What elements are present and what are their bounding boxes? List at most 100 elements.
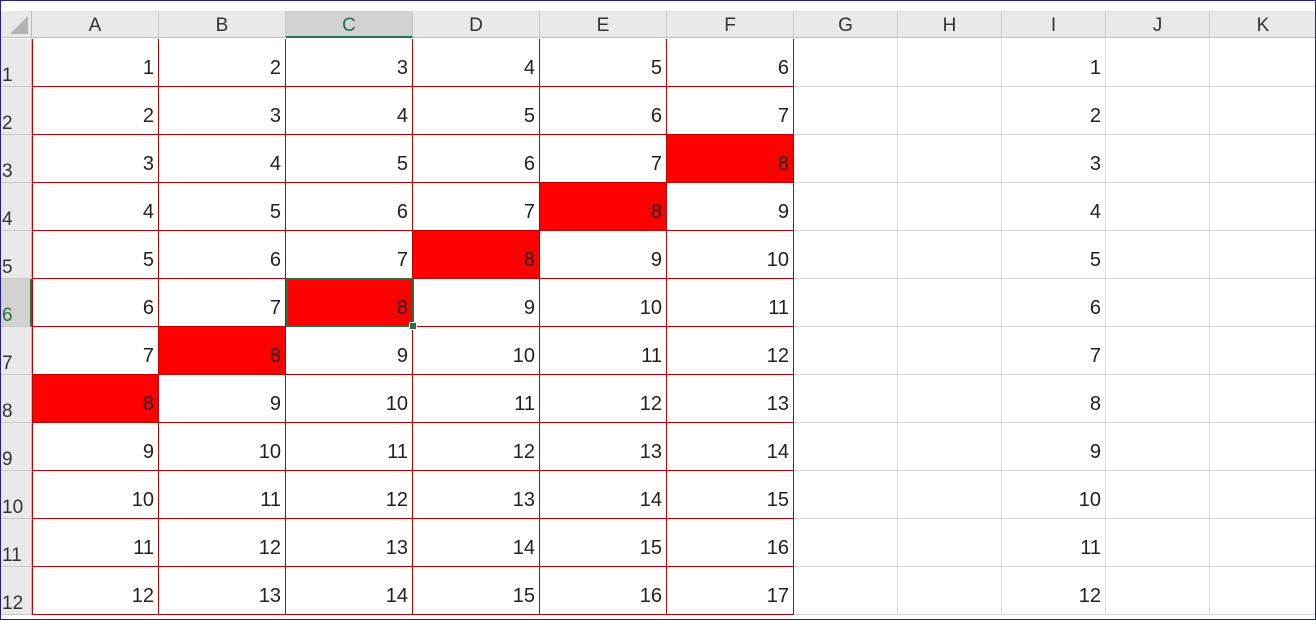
cell-e7[interactable]: 11: [540, 327, 667, 375]
row-header-8[interactable]: 8: [1, 375, 32, 423]
cell-e5[interactable]: 9: [540, 231, 667, 279]
column-header-g[interactable]: G: [794, 11, 898, 38]
cell-k6[interactable]: [1210, 279, 1315, 327]
cell-i8[interactable]: 8: [1002, 375, 1106, 423]
cell-e9[interactable]: 13: [540, 423, 667, 471]
column-header-i[interactable]: I: [1002, 11, 1106, 38]
cell-f1[interactable]: 6: [667, 39, 794, 87]
cell-j8[interactable]: [1106, 375, 1210, 423]
cell-b7[interactable]: 8: [159, 327, 286, 375]
cell-g11[interactable]: [794, 519, 898, 567]
cell-k7[interactable]: [1210, 327, 1315, 375]
cell-e3[interactable]: 7: [540, 135, 667, 183]
cell-d1[interactable]: 4: [413, 39, 540, 87]
cell-i1[interactable]: 1: [1002, 39, 1106, 87]
cell-f2[interactable]: 7: [667, 87, 794, 135]
cell-b8[interactable]: 9: [159, 375, 286, 423]
column-header-c[interactable]: C: [286, 11, 413, 38]
cell-c4[interactable]: 6: [286, 183, 413, 231]
cell-i4[interactable]: 4: [1002, 183, 1106, 231]
cell-a9[interactable]: 9: [32, 423, 159, 471]
cell-a7[interactable]: 7: [32, 327, 159, 375]
cell-a2[interactable]: 2: [32, 87, 159, 135]
cell-h4[interactable]: [898, 183, 1002, 231]
cell-j11[interactable]: [1106, 519, 1210, 567]
cell-c7[interactable]: 9: [286, 327, 413, 375]
cell-g9[interactable]: [794, 423, 898, 471]
cell-f8[interactable]: 13: [667, 375, 794, 423]
cell-e10[interactable]: 14: [540, 471, 667, 519]
row-header-10[interactable]: 10: [1, 471, 32, 519]
cell-c12[interactable]: 14: [286, 567, 413, 615]
cell-j4[interactable]: [1106, 183, 1210, 231]
row-header-1[interactable]: 1: [1, 39, 32, 87]
row-header-3[interactable]: 3: [1, 135, 32, 183]
cell-j6[interactable]: [1106, 279, 1210, 327]
row-header-12[interactable]: 12: [1, 567, 32, 615]
cell-k5[interactable]: [1210, 231, 1315, 279]
cell-d4[interactable]: 7: [413, 183, 540, 231]
cell-c3[interactable]: 5: [286, 135, 413, 183]
column-header-k[interactable]: K: [1210, 11, 1315, 38]
column-header-d[interactable]: D: [413, 11, 540, 38]
cell-h6[interactable]: [898, 279, 1002, 327]
cell-j2[interactable]: [1106, 87, 1210, 135]
cell-g2[interactable]: [794, 87, 898, 135]
cell-f5[interactable]: 10: [667, 231, 794, 279]
cell-b12[interactable]: 13: [159, 567, 286, 615]
cell-i11[interactable]: 11: [1002, 519, 1106, 567]
cell-c11[interactable]: 13: [286, 519, 413, 567]
cell-g4[interactable]: [794, 183, 898, 231]
row-header-7[interactable]: 7: [1, 327, 32, 375]
cell-b2[interactable]: 3: [159, 87, 286, 135]
cell-i9[interactable]: 9: [1002, 423, 1106, 471]
cell-d5[interactable]: 8: [413, 231, 540, 279]
cell-g3[interactable]: [794, 135, 898, 183]
column-header-h[interactable]: H: [898, 11, 1002, 38]
cell-h11[interactable]: [898, 519, 1002, 567]
cell-h2[interactable]: [898, 87, 1002, 135]
cell-e8[interactable]: 12: [540, 375, 667, 423]
cell-h10[interactable]: [898, 471, 1002, 519]
cell-k4[interactable]: [1210, 183, 1315, 231]
cell-d10[interactable]: 13: [413, 471, 540, 519]
cell-h7[interactable]: [898, 327, 1002, 375]
column-header-f[interactable]: F: [667, 11, 794, 38]
cell-a5[interactable]: 5: [32, 231, 159, 279]
cell-f4[interactable]: 9: [667, 183, 794, 231]
cell-b9[interactable]: 10: [159, 423, 286, 471]
cell-h12[interactable]: [898, 567, 1002, 615]
cell-d6[interactable]: 9: [413, 279, 540, 327]
cell-e6[interactable]: 10: [540, 279, 667, 327]
cell-g10[interactable]: [794, 471, 898, 519]
cell-k8[interactable]: [1210, 375, 1315, 423]
cell-a11[interactable]: 11: [32, 519, 159, 567]
cell-h1[interactable]: [898, 39, 1002, 87]
cell-g12[interactable]: [794, 567, 898, 615]
cell-i2[interactable]: 2: [1002, 87, 1106, 135]
cell-b3[interactable]: 4: [159, 135, 286, 183]
cell-c9[interactable]: 11: [286, 423, 413, 471]
cell-k3[interactable]: [1210, 135, 1315, 183]
cell-g1[interactable]: [794, 39, 898, 87]
cell-i10[interactable]: 10: [1002, 471, 1106, 519]
cell-f3[interactable]: 8: [667, 135, 794, 183]
cell-e2[interactable]: 6: [540, 87, 667, 135]
cell-d2[interactable]: 5: [413, 87, 540, 135]
cell-c5[interactable]: 7: [286, 231, 413, 279]
cell-d3[interactable]: 6: [413, 135, 540, 183]
cell-g6[interactable]: [794, 279, 898, 327]
row-header-4[interactable]: 4: [1, 183, 32, 231]
cell-d7[interactable]: 10: [413, 327, 540, 375]
row-header-6[interactable]: 6: [1, 279, 32, 327]
cell-k11[interactable]: [1210, 519, 1315, 567]
cell-j1[interactable]: [1106, 39, 1210, 87]
cell-g8[interactable]: [794, 375, 898, 423]
cell-a4[interactable]: 4: [32, 183, 159, 231]
cell-a10[interactable]: 10: [32, 471, 159, 519]
cell-c1[interactable]: 3: [286, 39, 413, 87]
cell-h8[interactable]: [898, 375, 1002, 423]
cell-k9[interactable]: [1210, 423, 1315, 471]
cell-c10[interactable]: 12: [286, 471, 413, 519]
cell-k2[interactable]: [1210, 87, 1315, 135]
